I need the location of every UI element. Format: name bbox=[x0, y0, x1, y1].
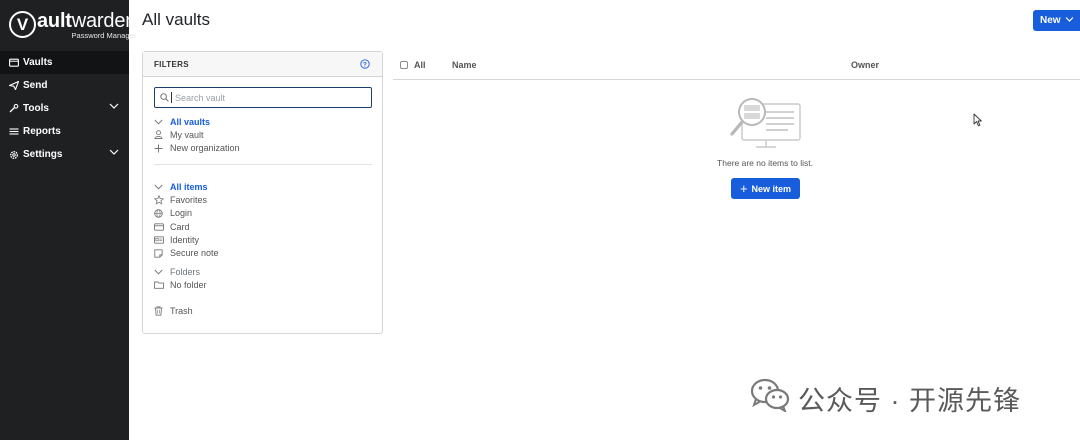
sidebar-item-label: Vaults bbox=[23, 57, 53, 68]
filter-card[interactable]: Card bbox=[154, 220, 374, 233]
user-icon bbox=[154, 130, 170, 140]
logo-subtitle: Password Manager bbox=[71, 31, 137, 40]
filter-label: Trash bbox=[170, 305, 193, 316]
plus-icon bbox=[154, 144, 170, 153]
tools-icon bbox=[9, 104, 21, 113]
logo-word-bold: ault bbox=[37, 10, 72, 32]
trash-filter-group: Trash bbox=[154, 304, 374, 317]
folders-filter-group: Folders No folder bbox=[154, 265, 374, 292]
folder-icon bbox=[154, 281, 170, 289]
filter-label: New organization bbox=[170, 143, 240, 154]
filter-secure-note[interactable]: Secure note bbox=[154, 246, 374, 259]
empty-state-text: There are no items to list. bbox=[717, 158, 813, 168]
vault-table-header: All Name Owner bbox=[393, 51, 1080, 80]
sidebar-item-send[interactable]: Send bbox=[0, 74, 129, 97]
filter-my-vault[interactable]: My vault bbox=[154, 128, 374, 141]
text-caret bbox=[171, 92, 172, 103]
new-item-label: New item bbox=[751, 183, 792, 194]
filter-label: My vault bbox=[170, 129, 204, 140]
filter-label: All vaults bbox=[170, 116, 211, 127]
chevron-down-icon[interactable] bbox=[109, 148, 119, 159]
new-button[interactable]: New bbox=[1033, 10, 1080, 31]
vaultwarden-logo[interactable]: V aultwarden Password Manager bbox=[9, 11, 136, 43]
help-icon[interactable]: ? bbox=[360, 59, 370, 71]
column-name[interactable]: Name bbox=[452, 60, 477, 70]
column-owner[interactable]: Owner bbox=[851, 60, 879, 70]
vaults-filter-group: All vaults My vault New organization bbox=[154, 115, 374, 155]
logo-word-rest: warden bbox=[71, 10, 137, 32]
search-vault-field[interactable] bbox=[154, 87, 372, 108]
new-button-label: New bbox=[1040, 15, 1061, 26]
new-item-button[interactable]: + New item bbox=[731, 178, 800, 199]
filter-trash[interactable]: Trash bbox=[154, 304, 374, 317]
search-icon bbox=[160, 89, 169, 107]
filter-all-vaults[interactable]: All vaults bbox=[154, 115, 374, 128]
wechat-watermark: 公众号 · 开源先锋 bbox=[750, 378, 1021, 419]
sidebar-item-settings[interactable]: Settings bbox=[0, 143, 129, 166]
filter-label: Card bbox=[170, 221, 190, 232]
mouse-cursor-icon bbox=[973, 113, 983, 132]
filter-label: Folders bbox=[170, 266, 201, 277]
filter-new-organization[interactable]: New organization bbox=[154, 142, 374, 155]
sidebar-item-reports[interactable]: Reports bbox=[0, 120, 129, 143]
wechat-icon bbox=[750, 378, 790, 419]
filters-header: FILTERS ? bbox=[143, 52, 382, 77]
plus-icon: + bbox=[739, 181, 748, 196]
filter-label: No folder bbox=[170, 279, 207, 290]
sidebar-nav: Vaults Send Tools Reports Settings bbox=[0, 51, 129, 166]
chevron-down-icon bbox=[1065, 15, 1074, 26]
vault-icon bbox=[9, 58, 21, 67]
page-title: All vaults bbox=[142, 10, 211, 29]
filters-divider bbox=[154, 164, 372, 165]
filter-label: Secure note bbox=[170, 248, 219, 259]
svg-text:?: ? bbox=[363, 61, 367, 68]
note-icon bbox=[154, 248, 170, 258]
sidebar-item-vaults[interactable]: Vaults bbox=[0, 51, 129, 74]
search-input[interactable] bbox=[175, 92, 365, 103]
filter-label: Favorites bbox=[170, 194, 208, 205]
chevron-down-icon bbox=[154, 184, 170, 190]
chevron-down-icon bbox=[154, 269, 170, 275]
reports-icon bbox=[9, 127, 21, 136]
filter-all-items[interactable]: All items bbox=[154, 180, 374, 193]
filters-title: FILTERS bbox=[154, 59, 189, 69]
globe-icon bbox=[154, 208, 170, 218]
sidebar-item-label: Send bbox=[23, 80, 48, 91]
sidebar-item-label: Settings bbox=[23, 149, 63, 160]
watermark-text: 公众号 · 开源先锋 bbox=[798, 386, 1021, 416]
sidebar-item-tools[interactable]: Tools bbox=[0, 97, 129, 120]
filter-folders-heading[interactable]: Folders bbox=[154, 265, 374, 278]
sidebar: V aultwarden Password Manager Vaults Sen… bbox=[0, 0, 136, 440]
credit-card-icon bbox=[154, 222, 170, 231]
sidebar-item-label: Reports bbox=[23, 126, 61, 137]
chevron-down-icon bbox=[154, 119, 170, 125]
id-card-icon bbox=[154, 236, 170, 244]
types-filter-group: All items Favorites Login Card Identity … bbox=[154, 180, 374, 260]
filter-no-folder[interactable]: No folder bbox=[154, 278, 374, 291]
column-all[interactable]: All bbox=[414, 60, 426, 70]
trash-icon bbox=[154, 306, 170, 316]
star-icon bbox=[154, 194, 170, 205]
sidebar-item-label: Tools bbox=[23, 103, 49, 114]
filter-label: Identity bbox=[170, 234, 200, 245]
filter-identity[interactable]: Identity bbox=[154, 233, 374, 246]
settings-icon bbox=[9, 150, 21, 160]
filter-label: All items bbox=[170, 181, 208, 192]
filter-label: Login bbox=[170, 208, 193, 219]
send-icon bbox=[9, 81, 21, 90]
filters-panel: FILTERS ? All vaults My vault New organi… bbox=[142, 51, 383, 334]
filter-favorites[interactable]: Favorites bbox=[154, 193, 374, 206]
empty-vault-illustration-icon bbox=[728, 90, 804, 155]
filter-login[interactable]: Login bbox=[154, 207, 374, 220]
select-all-checkbox[interactable] bbox=[400, 61, 408, 69]
chevron-down-icon[interactable] bbox=[109, 102, 119, 113]
logo-v-mark: V bbox=[9, 11, 36, 38]
